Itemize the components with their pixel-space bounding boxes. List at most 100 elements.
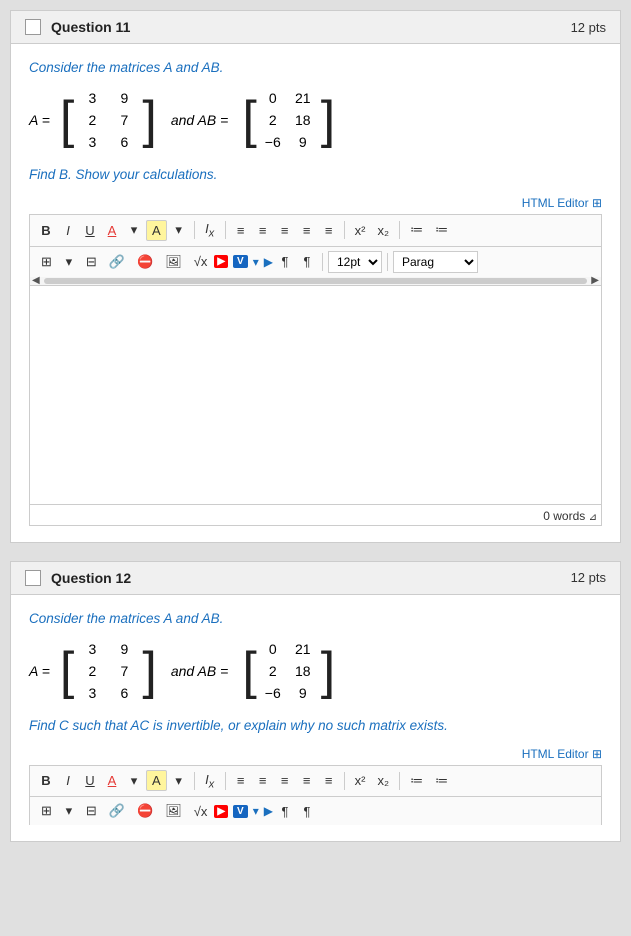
sep6-11 (387, 253, 388, 271)
matrix-AB-cells: 021 218 −69 (259, 87, 319, 153)
question-11-find: Find B. Show your calculations. (29, 167, 602, 182)
bg-color-btn-12[interactable]: A (146, 770, 167, 791)
font-color-btn-11[interactable]: A (102, 221, 122, 240)
image-icon-btn-11[interactable]: ⊟ (81, 252, 102, 272)
unlink-btn-11[interactable]: ⛔ (132, 252, 158, 272)
table-btn-12[interactable]: ⊞ (36, 801, 57, 821)
arrow-down-btn-11[interactable]: ▾ (253, 255, 259, 269)
table-dropdown-11[interactable]: ▾ (59, 252, 79, 272)
vimeo-btn-11[interactable]: V (233, 255, 248, 268)
align-left-btn-12[interactable]: ≡ (231, 771, 251, 790)
sep5-11 (322, 253, 323, 271)
unordered-list-btn-12[interactable]: ≔ (430, 771, 453, 791)
question-11-matrices: A = [ 39 27 36 ] and AB = [ 021 218 −69 … (29, 87, 602, 153)
clear-format-btn-12[interactable]: Ix (200, 770, 220, 793)
question-11-checkbox[interactable] (25, 19, 41, 35)
superscript-btn-11[interactable]: x² (350, 221, 371, 240)
para-mark2-btn-11[interactable]: ¶ (297, 252, 317, 271)
question-11-consider: Consider the matrices A and AB. (29, 60, 602, 75)
question-12-title: Question 12 (51, 570, 131, 586)
align-full-btn-12[interactable]: ≡ (319, 771, 339, 790)
question-12-body: Consider the matrices A and AB. A = [ 39… (11, 595, 620, 842)
underline-btn-12[interactable]: U (80, 771, 100, 790)
sep3-12 (344, 772, 345, 790)
bracket-left-A-12: [ (60, 638, 74, 704)
para-mark2-btn-12[interactable]: ¶ (297, 802, 317, 821)
scroll-right-arrow-11[interactable]: ▶ (591, 275, 599, 286)
subscript-btn-11[interactable]: x₂ (373, 221, 395, 240)
image-icon-btn-12[interactable]: ⊟ (81, 801, 102, 821)
question-12-checkbox[interactable] (25, 570, 41, 586)
and-AB-label-12: and AB = (171, 663, 229, 679)
align-left-btn-11[interactable]: ≡ (231, 221, 251, 240)
font-color-btn-12[interactable]: A (102, 771, 122, 790)
paragraph-select-11[interactable]: Parag Heading 1 Heading 2 (393, 251, 478, 273)
bold-btn-12[interactable]: B (36, 771, 56, 790)
table-dropdown-12[interactable]: ▾ (59, 801, 79, 821)
link-btn-11[interactable]: 🔗 (104, 252, 130, 272)
question-12-find: Find C such that AC is invertible, or ex… (29, 718, 602, 733)
question-11-pts: 12 pts (571, 20, 606, 35)
html-editor-link-11[interactable]: HTML Editor ⊞ (29, 196, 602, 210)
toolbar-row1-12: B I U A ▾ A ▾ Ix ≡ ≡ ≡ ≡ ≡ x² x₂ ≔ ≔ (29, 765, 602, 797)
matrix-A-container-12: [ 39 27 36 ] (60, 638, 157, 704)
align-center-btn-11[interactable]: ≡ (253, 221, 273, 240)
align-right-btn-12[interactable]: ≡ (275, 771, 295, 790)
question-12-header-left: Question 12 (25, 570, 131, 586)
arrow-right-btn-12[interactable]: ▶ (264, 804, 273, 818)
underline-btn-11[interactable]: U (80, 221, 100, 240)
unlink-btn-12[interactable]: ⛔ (132, 801, 158, 821)
sqrt-btn-12[interactable]: √x (189, 802, 213, 821)
align-justify-btn-12[interactable]: ≡ (297, 771, 317, 790)
bg-color-dropdown-12[interactable]: ▾ (169, 771, 189, 791)
bg-color-dropdown-11[interactable]: ▾ (169, 220, 189, 240)
youtube-btn-11[interactable]: ▶ (214, 255, 228, 268)
subscript-btn-12[interactable]: x₂ (373, 771, 395, 790)
image-btn-11[interactable]: 🖼 (160, 252, 187, 272)
align-full-btn-11[interactable]: ≡ (319, 221, 339, 240)
bracket-left-AB: [ (242, 87, 256, 153)
image-btn-12[interactable]: 🖼 (160, 801, 187, 821)
ordered-list-btn-11[interactable]: ≔ (405, 220, 428, 240)
question-12-editor: HTML Editor ⊞ B I U A ▾ A ▾ Ix ≡ ≡ ≡ ≡ ≡ (29, 747, 602, 826)
italic-btn-12[interactable]: I (58, 771, 78, 790)
font-color-dropdown-11[interactable]: ▾ (124, 220, 144, 240)
word-count-11: 0 words ⊿ (29, 505, 602, 526)
font-color-dropdown-12[interactable]: ▾ (124, 771, 144, 791)
question-11-title: Question 11 (51, 19, 130, 35)
superscript-btn-12[interactable]: x² (350, 771, 371, 790)
scroll-left-arrow-11[interactable]: ◀ (32, 275, 40, 286)
bold-btn-11[interactable]: B (36, 221, 56, 240)
html-editor-link-12[interactable]: HTML Editor ⊞ (29, 747, 602, 761)
scroll-track-11[interactable] (44, 278, 588, 284)
align-center-btn-12[interactable]: ≡ (253, 771, 273, 790)
matrix-A-cells-12: 39 27 36 (76, 638, 140, 704)
ordered-list-btn-12[interactable]: ≔ (405, 771, 428, 791)
font-size-select-11[interactable]: 12pt 10pt 14pt 18pt (328, 251, 382, 273)
question-12-block: Question 12 12 pts Consider the matrices… (10, 561, 621, 843)
scrollbar-area-11: ◀ ▶ (29, 277, 602, 285)
youtube-btn-12[interactable]: ▶ (214, 805, 228, 818)
italic-btn-11[interactable]: I (58, 221, 78, 240)
para-mark-btn-12[interactable]: ¶ (275, 802, 295, 821)
table-btn-11[interactable]: ⊞ (36, 252, 57, 272)
editor-content-11[interactable] (29, 285, 602, 505)
matrix-A-cells: 39 27 36 (76, 87, 140, 153)
arrow-down-btn-12[interactable]: ▾ (253, 804, 259, 818)
toolbar-row1-11: B I U A ▾ A ▾ Ix ≡ ≡ ≡ ≡ ≡ x² x₂ ≔ ≔ (29, 214, 602, 246)
sqrt-btn-11[interactable]: √x (189, 252, 213, 271)
bracket-right-A: ] (142, 87, 156, 153)
bg-color-btn-11[interactable]: A (146, 220, 167, 241)
vimeo-btn-12[interactable]: V (233, 805, 248, 818)
link-btn-12[interactable]: 🔗 (104, 801, 130, 821)
align-justify-btn-11[interactable]: ≡ (297, 221, 317, 240)
unordered-list-btn-11[interactable]: ≔ (430, 220, 453, 240)
align-right-btn-11[interactable]: ≡ (275, 221, 295, 240)
matrix-AB-container-12: [ 021 218 −69 ] (242, 638, 335, 704)
arrow-right-btn-11[interactable]: ▶ (264, 255, 273, 269)
sep1-12 (194, 772, 195, 790)
sep2-12 (225, 772, 226, 790)
clear-format-btn-11[interactable]: Ix (200, 219, 220, 242)
para-mark-btn-11[interactable]: ¶ (275, 252, 295, 271)
bracket-left-A: [ (60, 87, 74, 153)
